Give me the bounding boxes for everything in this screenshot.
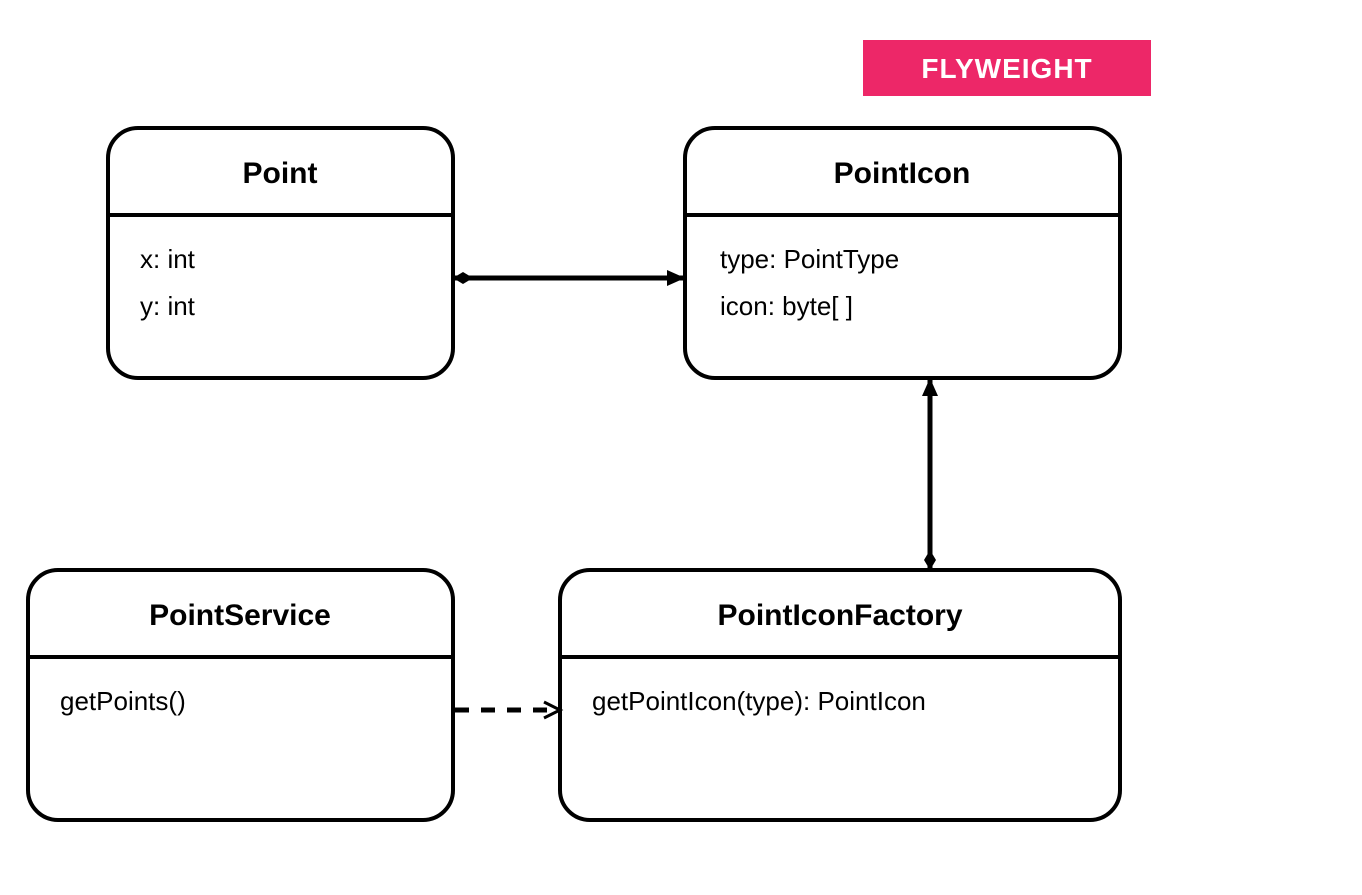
flyweight-badge: FLYWEIGHT: [863, 40, 1151, 96]
class-pointservice-op-0: getPoints(): [60, 686, 186, 716]
class-pointservice-title: PointService: [149, 599, 331, 632]
class-pointiconfactory-title: PointIconFactory: [717, 599, 962, 632]
class-pointicon-title: PointIcon: [834, 157, 971, 190]
class-pointservice: PointService getPoints(): [28, 570, 453, 820]
class-pointicon-attr-0: type: PointType: [720, 244, 899, 274]
class-point: Point x: int y: int: [108, 128, 453, 378]
class-pointicon: PointIcon type: PointType icon: byte[ ]: [685, 128, 1120, 378]
class-pointiconfactory: PointIconFactory getPointIcon(type): Poi…: [560, 570, 1120, 820]
class-point-title: Point: [243, 157, 318, 190]
uml-diagram: FLYWEIGHT Point x: int y: int PointIcon …: [0, 0, 1362, 895]
class-pointiconfactory-op-0: getPointIcon(type): PointIcon: [592, 686, 926, 716]
class-point-attr-0: x: int: [140, 244, 196, 274]
class-point-attr-1: y: int: [140, 291, 196, 321]
class-pointicon-attr-1: icon: byte[ ]: [720, 291, 853, 321]
flyweight-badge-label: FLYWEIGHT: [921, 53, 1092, 84]
